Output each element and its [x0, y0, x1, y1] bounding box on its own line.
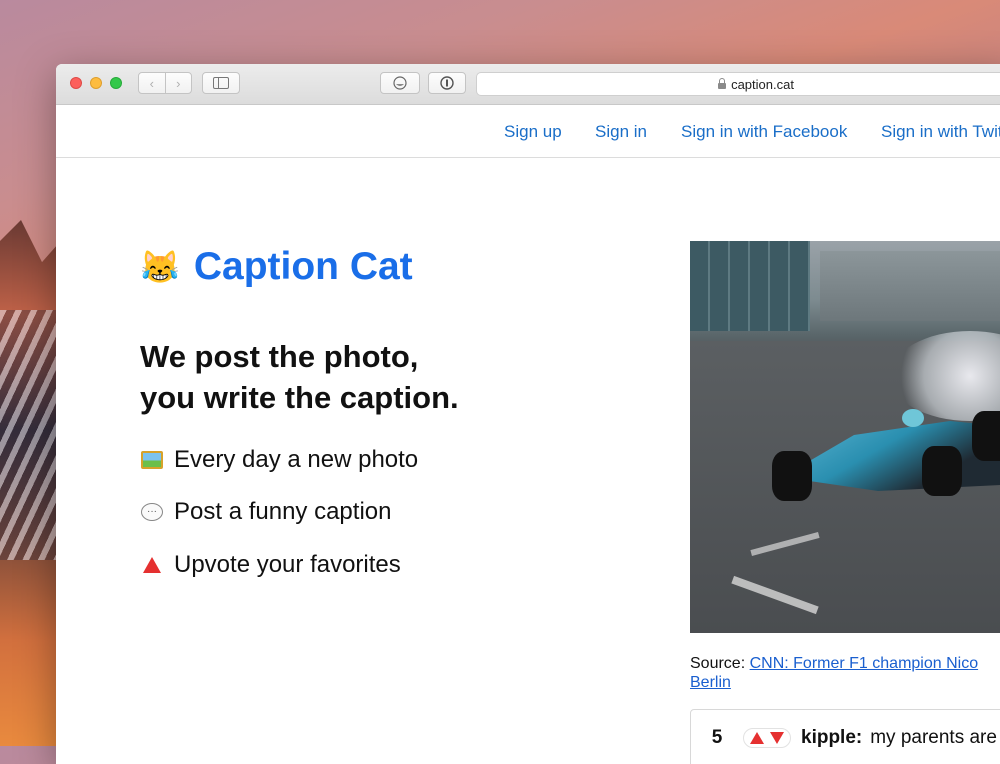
- speech-balloon-icon: ···: [141, 503, 163, 521]
- feature-text: Post a funny caption: [174, 498, 392, 525]
- mountain-snow: [0, 310, 60, 560]
- site-logo-title[interactable]: 😹 Caption Cat: [140, 245, 413, 289]
- lock-icon: [718, 78, 727, 89]
- framed-picture-icon: [141, 451, 163, 469]
- sign-in-facebook-link[interactable]: Sign in with Facebook: [681, 122, 847, 142]
- sidebar-icon: [213, 77, 229, 89]
- feature-item: Upvote your favorites: [140, 551, 401, 579]
- feature-text: Upvote your favorites: [174, 551, 401, 578]
- feature-item: Every day a new photo: [140, 446, 418, 474]
- browser-toolbar: ‹ › caption.cat: [56, 64, 1000, 105]
- photo-source: Source: CNN: Former F1 champion Nico Berl…: [690, 654, 1000, 692]
- back-arrow-icon[interactable]: ‹: [139, 73, 166, 93]
- close-window-button[interactable]: [70, 77, 82, 89]
- daily-photo[interactable]: [690, 241, 1000, 633]
- caption-entry: 5 kipple: my parents are: [690, 709, 1000, 764]
- password-manager-icon: [440, 76, 454, 90]
- sidebar-toggle-button[interactable]: [202, 72, 240, 94]
- minimize-window-button[interactable]: [90, 77, 102, 89]
- red-up-triangle-icon: [143, 557, 161, 573]
- source-label: Source:: [690, 655, 746, 672]
- cat-joy-icon: 😹: [140, 249, 180, 285]
- top-navigation: Sign up Sign in Sign in with Facebook Si…: [56, 105, 1000, 158]
- extension-face-icon: [393, 76, 407, 90]
- sign-up-link[interactable]: Sign up: [504, 122, 562, 142]
- tagline-line-1: We post the photo,: [140, 339, 419, 374]
- feature-text: Every day a new photo: [174, 446, 419, 473]
- site-title: Caption Cat: [193, 245, 413, 288]
- zoom-window-button[interactable]: [110, 77, 122, 89]
- back-forward-buttons: ‹ ›: [138, 72, 192, 94]
- vote-controls: [743, 728, 791, 748]
- browser-window: ‹ › caption.cat Sign up Sign in Sign in …: [56, 64, 1000, 764]
- password-manager-button[interactable]: [428, 72, 466, 94]
- feature-item: ··· Post a funny caption: [140, 498, 391, 526]
- tagline-line-2: you write the caption.: [140, 380, 459, 415]
- downvote-icon[interactable]: [770, 732, 784, 744]
- sign-in-link[interactable]: Sign in: [595, 122, 647, 142]
- forward-arrow-icon[interactable]: ›: [166, 73, 192, 93]
- address-bar[interactable]: caption.cat: [476, 72, 1000, 96]
- tagline: We post the photo, you write the caption…: [140, 336, 560, 418]
- upvote-icon[interactable]: [750, 732, 764, 744]
- extension-button[interactable]: [380, 72, 420, 94]
- sign-in-twitter-link[interactable]: Sign in with Twitter: [881, 122, 1000, 142]
- race-car: [762, 391, 1000, 516]
- url-text: caption.cat: [731, 77, 794, 92]
